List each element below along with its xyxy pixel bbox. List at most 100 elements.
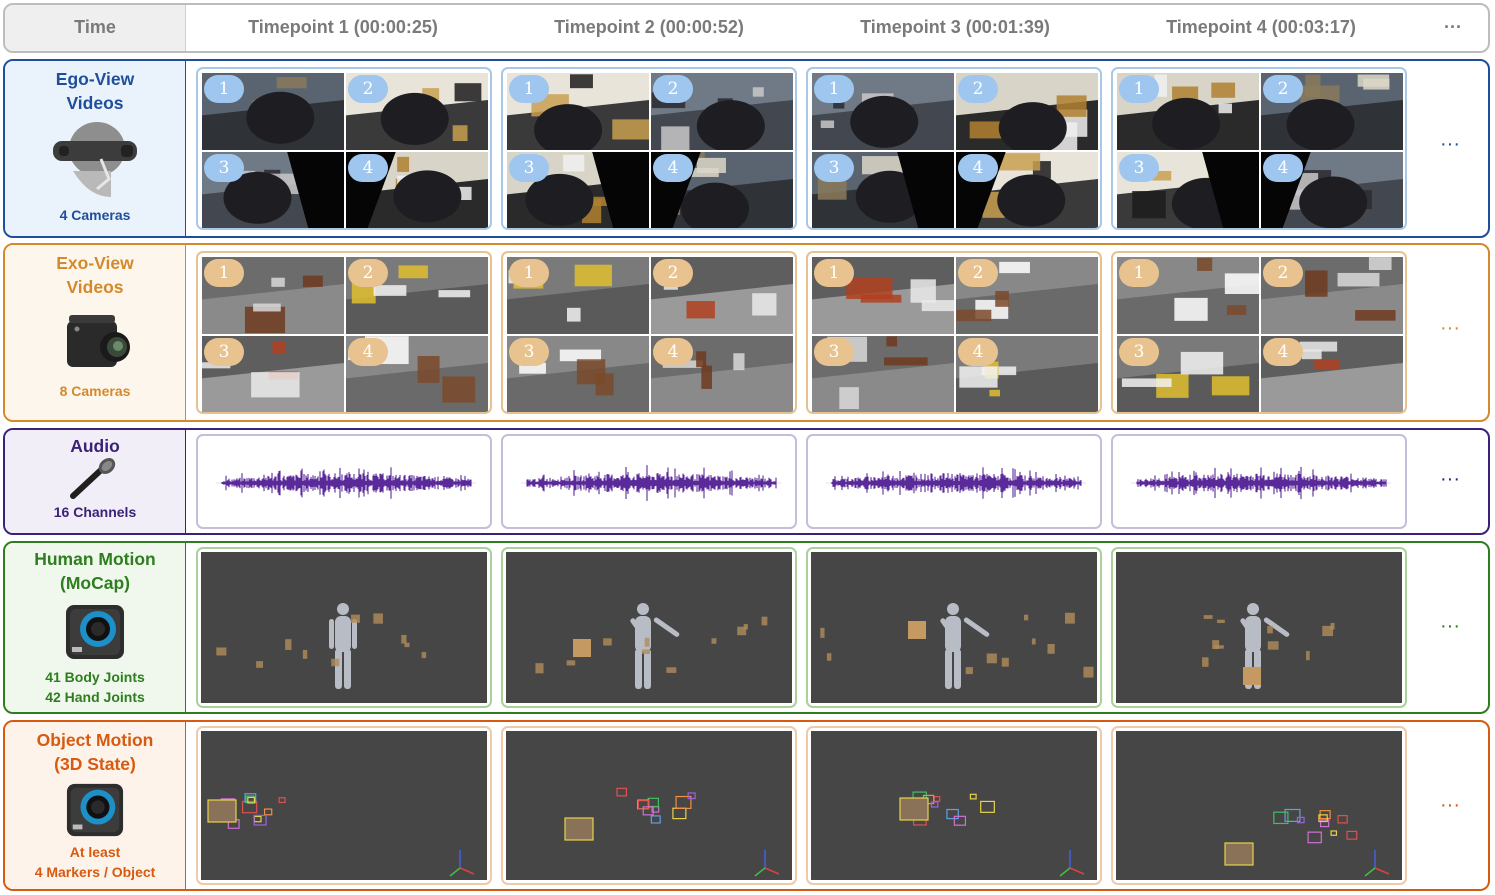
exo-camera-number-badge: 2 xyxy=(958,259,998,287)
ego-camera-number-badge: 1 xyxy=(1119,75,1159,103)
timepoint-3-label: Timepoint 3 (00:01:39) xyxy=(860,17,1050,37)
ego-camera-number-badge: 4 xyxy=(653,154,693,182)
human-sub-1: 41 Body Joints xyxy=(45,669,145,685)
object-state-render xyxy=(506,731,792,880)
human-motion-timepoint-2-panel xyxy=(501,547,797,708)
timepoint-2-label: Timepoint 2 (00:00:52) xyxy=(554,17,744,37)
mocap-render xyxy=(201,552,487,703)
human-motion-timepoint-4-panel xyxy=(1111,547,1407,708)
exo-camera-number-badge: 4 xyxy=(653,338,693,366)
ego-title-1: Ego-View xyxy=(55,69,135,89)
object-sub-1: At least xyxy=(69,844,121,860)
exo-camera-number-badge: 1 xyxy=(509,259,549,287)
ego-timepoint-1-panel: 1 2 3 4 xyxy=(196,67,492,230)
object-motion-timepoint-2-panel xyxy=(501,726,797,885)
audio-title: Audio xyxy=(70,436,120,456)
audio-waveform xyxy=(521,465,781,501)
exo-camera-number-badge: 1 xyxy=(204,259,244,287)
exo-timepoint-1-panel: 1 2 3 4 xyxy=(196,251,492,414)
exo-camera-number-badge: 4 xyxy=(1263,338,1303,366)
audio-timepoint-3-panel xyxy=(806,434,1102,529)
exo-camera-number-badge: 3 xyxy=(814,338,854,366)
ego-camera-number-badge: 4 xyxy=(1263,154,1303,182)
ego-label-cell: Ego-View Videos 4 Cameras xyxy=(5,61,186,236)
exo-ellipsis: ··· xyxy=(1440,317,1460,339)
ego-ellipsis: ··· xyxy=(1440,133,1460,155)
human-motion-timepoint-3-panel xyxy=(806,547,1102,708)
ego-camera-number-badge: 4 xyxy=(348,154,388,182)
object-sub-2: 4 Markers / Object xyxy=(34,864,156,880)
ego-timepoint-3-panel: 1 2 3 4 xyxy=(806,67,1102,230)
object-motion-timepoint-3-panel xyxy=(806,726,1102,885)
exo-camera-number-badge: 2 xyxy=(653,259,693,287)
ego-camera-number-badge: 3 xyxy=(1119,154,1159,182)
header-ellipsis: ··· xyxy=(1444,17,1462,37)
ego-sub: 4 Cameras xyxy=(59,207,131,223)
human-ellipsis: ··· xyxy=(1440,615,1460,637)
object-motion-timepoint-4-panel xyxy=(1111,726,1407,885)
audio-label-cell: Audio 16 Channels xyxy=(5,430,186,533)
object-ellipsis: ··· xyxy=(1440,794,1460,816)
ego-camera-number-badge: 2 xyxy=(958,75,998,103)
audio-sub: 16 Channels xyxy=(53,504,137,520)
object-title-1: Object Motion xyxy=(36,730,154,750)
mocap-render xyxy=(1116,552,1402,703)
audio-ellipsis: ··· xyxy=(1440,468,1460,490)
human-label-cell: Human Motion (MoCap) 41 Body Joints 42 H… xyxy=(5,543,186,712)
ego-camera-number-badge: 2 xyxy=(653,75,693,103)
exo-camera-number-badge: 3 xyxy=(1119,338,1159,366)
mocap-render xyxy=(506,552,792,703)
ego-timepoint-2-panel: 1 2 3 4 xyxy=(501,67,797,230)
exo-sub: 8 Cameras xyxy=(59,383,131,399)
exo-camera-number-badge: 4 xyxy=(348,338,388,366)
audio-waveform xyxy=(1131,466,1391,500)
audio-timepoint-1-panel xyxy=(196,434,492,529)
exo-label-cell: Exo-View Videos 8 Cameras xyxy=(5,245,186,420)
audio-waveform xyxy=(216,467,476,499)
exo-title-2: Videos xyxy=(66,277,124,297)
exo-timepoint-3-panel: 1 2 3 4 xyxy=(806,251,1102,414)
exo-camera-number-badge: 1 xyxy=(1119,259,1159,287)
human-title-2: (MoCap) xyxy=(60,573,130,593)
ego-camera-number-badge: 2 xyxy=(348,75,388,103)
mocap-render xyxy=(811,552,1097,703)
exo-camera-number-badge: 3 xyxy=(509,338,549,366)
human-motion-timepoint-1-panel xyxy=(196,547,492,708)
exo-camera-number-badge: 3 xyxy=(204,338,244,366)
mocap-camera-icon xyxy=(66,605,124,659)
audio-waveform xyxy=(826,467,1086,499)
object-state-render xyxy=(201,731,487,880)
object-motion-timepoint-1-panel xyxy=(196,726,492,885)
human-title-1: Human Motion xyxy=(34,549,156,569)
camera-icon xyxy=(67,315,130,367)
exo-camera-number-badge: 1 xyxy=(814,259,854,287)
mocap-camera-icon xyxy=(66,783,124,837)
header-row: Time Timepoint 1 (00:00:25) Timepoint 2 … xyxy=(3,3,1490,53)
ego-camera-number-badge: 3 xyxy=(204,154,244,182)
ego-camera-number-badge: 2 xyxy=(1263,75,1303,103)
timepoint-4-label: Timepoint 4 (00:03:17) xyxy=(1166,17,1356,37)
headset-camera-icon xyxy=(53,122,137,197)
object-label-cell: Object Motion (3D State) At least 4 Mark… xyxy=(5,722,186,889)
time-label: Time xyxy=(74,17,116,37)
object-state-render xyxy=(811,731,1097,880)
ego-title-2: Videos xyxy=(66,93,124,113)
microphone-icon xyxy=(70,458,116,499)
audio-timepoint-4-panel xyxy=(1111,434,1407,529)
ego-camera-number-badge: 1 xyxy=(814,75,854,103)
ego-camera-number-badge: 3 xyxy=(814,154,854,182)
ego-camera-number-badge: 3 xyxy=(509,154,549,182)
ego-camera-number-badge: 4 xyxy=(958,154,998,182)
ego-camera-number-badge: 1 xyxy=(204,75,244,103)
time-label-cell: Time xyxy=(5,5,186,51)
exo-camera-number-badge: 2 xyxy=(348,259,388,287)
ego-camera-number-badge: 1 xyxy=(509,75,549,103)
human-sub-2: 42 Hand Joints xyxy=(45,689,145,705)
object-title-2: (3D State) xyxy=(54,754,136,774)
exo-title-1: Exo-View xyxy=(56,253,134,273)
exo-camera-number-badge: 2 xyxy=(1263,259,1303,287)
timepoint-1-label: Timepoint 1 (00:00:25) xyxy=(248,17,438,37)
exo-timepoint-4-panel: 1 2 3 4 xyxy=(1111,251,1407,414)
exo-camera-number-badge: 4 xyxy=(958,338,998,366)
object-state-render xyxy=(1116,731,1402,880)
